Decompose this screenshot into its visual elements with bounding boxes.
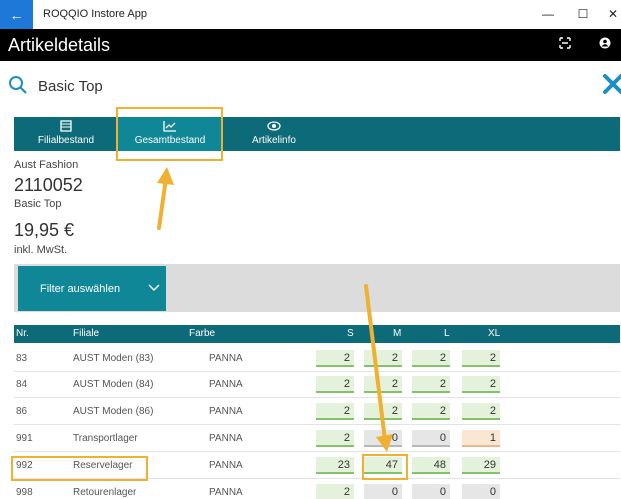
cell-nr: 84 [16,379,28,390]
eye-icon [267,121,281,131]
stock-cell-l: 0 [412,484,450,499]
user-account-button[interactable] [594,35,616,55]
stock-cell-l: 2 [412,403,450,420]
stock-cell-m: 2 [364,376,402,393]
stock-cell-s: 2 [316,403,354,420]
product-price: 19,95 € [14,220,75,240]
cell-farbe: PANNA [209,460,243,471]
col-header-filiale: Filiale [73,328,100,339]
stock-cell-s: 2 [316,350,354,367]
cell-farbe: PANNA [209,406,243,417]
tab-label: Filialbestand [37,135,95,146]
chevron-down-icon [148,284,160,291]
stock-cell-xl: 2 [462,403,500,420]
product-name: Basic Top [14,198,62,210]
stock-cell-xl: 1 [462,430,500,447]
stock-cell-m: 2 [364,350,402,367]
stock-cell-xl: 2 [462,376,500,393]
filter-area: Filter auswählen [14,264,620,312]
clear-search-icon[interactable] [602,73,621,95]
close-icon: ✕ [607,7,619,21]
cell-farbe: PANNA [209,487,243,498]
minimize-icon: — [542,7,554,21]
col-header-xl: XL [488,328,501,339]
tab-highlight-box [116,107,223,161]
stock-cell-l: 0 [412,430,450,447]
arrow-up-icon [157,167,174,230]
back-button[interactable]: ← [0,0,33,29]
tab-bar: Filialbestand Gesamtbestand Artikelinfo [14,117,620,151]
cell-nr: 991 [16,433,33,444]
store-icon [60,120,72,132]
user-icon [599,37,611,49]
table-row[interactable]: 83 AUST Moden (83) PANNA 2 2 2 2 [14,346,620,372]
cell-filiale: AUST Moden (86) [73,406,154,417]
cell-filiale: AUST Moden (84) [73,379,154,390]
stock-cell-m: 2 [364,403,402,420]
stock-cell-l: 2 [412,350,450,367]
cell-filiale: Retourenlager [73,487,137,498]
stock-cell-m: 0 [364,484,402,499]
page-title: Artikeldetails [8,35,111,55]
stock-table-header: Nr. Filiale Farbe S M L XL [14,325,620,343]
stock-cell-s: 2 [316,376,354,393]
barcode-scan-button[interactable] [554,35,576,55]
scanner-icon [559,37,571,49]
row-highlight-box [11,456,148,481]
app-header: Artikeldetails [0,29,621,61]
product-brand: Aust Fashion [14,159,79,171]
col-header-farbe: Farbe [189,328,216,339]
table-row[interactable]: 998 Retourenlager PANNA 2 0 0 0 [14,480,620,499]
filter-select-button[interactable]: Filter auswählen [18,266,166,311]
cell-farbe: PANNA [209,433,243,444]
stock-cell-xl: 29 [462,457,500,474]
cell-nr: 86 [16,406,28,417]
tab-filialbestand[interactable]: Filialbestand [14,117,118,151]
col-header-m: M [393,328,402,339]
col-header-l: L [444,328,450,339]
cell-filiale: AUST Moden (83) [73,353,154,364]
maximize-button[interactable]: ☐ [568,4,598,24]
table-row[interactable]: 86 AUST Moden (86) PANNA 2 2 2 2 [14,399,620,425]
filter-label: Filter auswählen [40,283,121,295]
window-titlebar: ← ROQQIO Instore App — ☐ ✕ [0,0,621,29]
stock-cell-s: 2 [316,430,354,447]
stock-cell-l: 48 [412,457,450,474]
minimize-button[interactable]: — [533,4,563,24]
article-number: 2110052 [14,175,83,195]
cell-farbe: PANNA [209,379,243,390]
cell-farbe: PANNA [209,353,243,364]
vat-note: inkl. MwSt. [14,244,68,256]
col-header-s: S [347,328,354,339]
stock-cell-xl: 2 [462,350,500,367]
cell-nr: 83 [16,353,28,364]
table-row[interactable]: 84 AUST Moden (84) PANNA 2 2 2 2 [14,372,620,398]
stock-cell-s: 2 [316,484,354,499]
col-header-nr: Nr. [16,328,29,339]
table-row[interactable]: 991 Transportlager PANNA 2 0 0 1 [14,426,620,452]
cell-filiale: Transportlager [73,433,138,444]
close-window-button[interactable]: ✕ [598,4,621,24]
search-row: Basic Top [0,70,621,104]
maximize-icon: ☐ [577,7,589,21]
stock-cell-xl: 0 [462,484,500,499]
search-icon[interactable] [8,75,28,95]
tab-label: Artikelinfo [252,135,296,146]
back-arrow-icon: ← [9,6,24,23]
stock-cell-m: 0 [364,430,402,447]
tab-artikelinfo[interactable]: Artikelinfo [222,117,326,151]
search-input[interactable]: Basic Top [38,78,103,95]
cell-highlight-box [362,454,408,480]
stock-cell-s: 23 [316,457,354,474]
cell-nr: 998 [16,487,33,498]
stock-cell-l: 2 [412,376,450,393]
app-title: ROQQIO Instore App [43,8,147,20]
